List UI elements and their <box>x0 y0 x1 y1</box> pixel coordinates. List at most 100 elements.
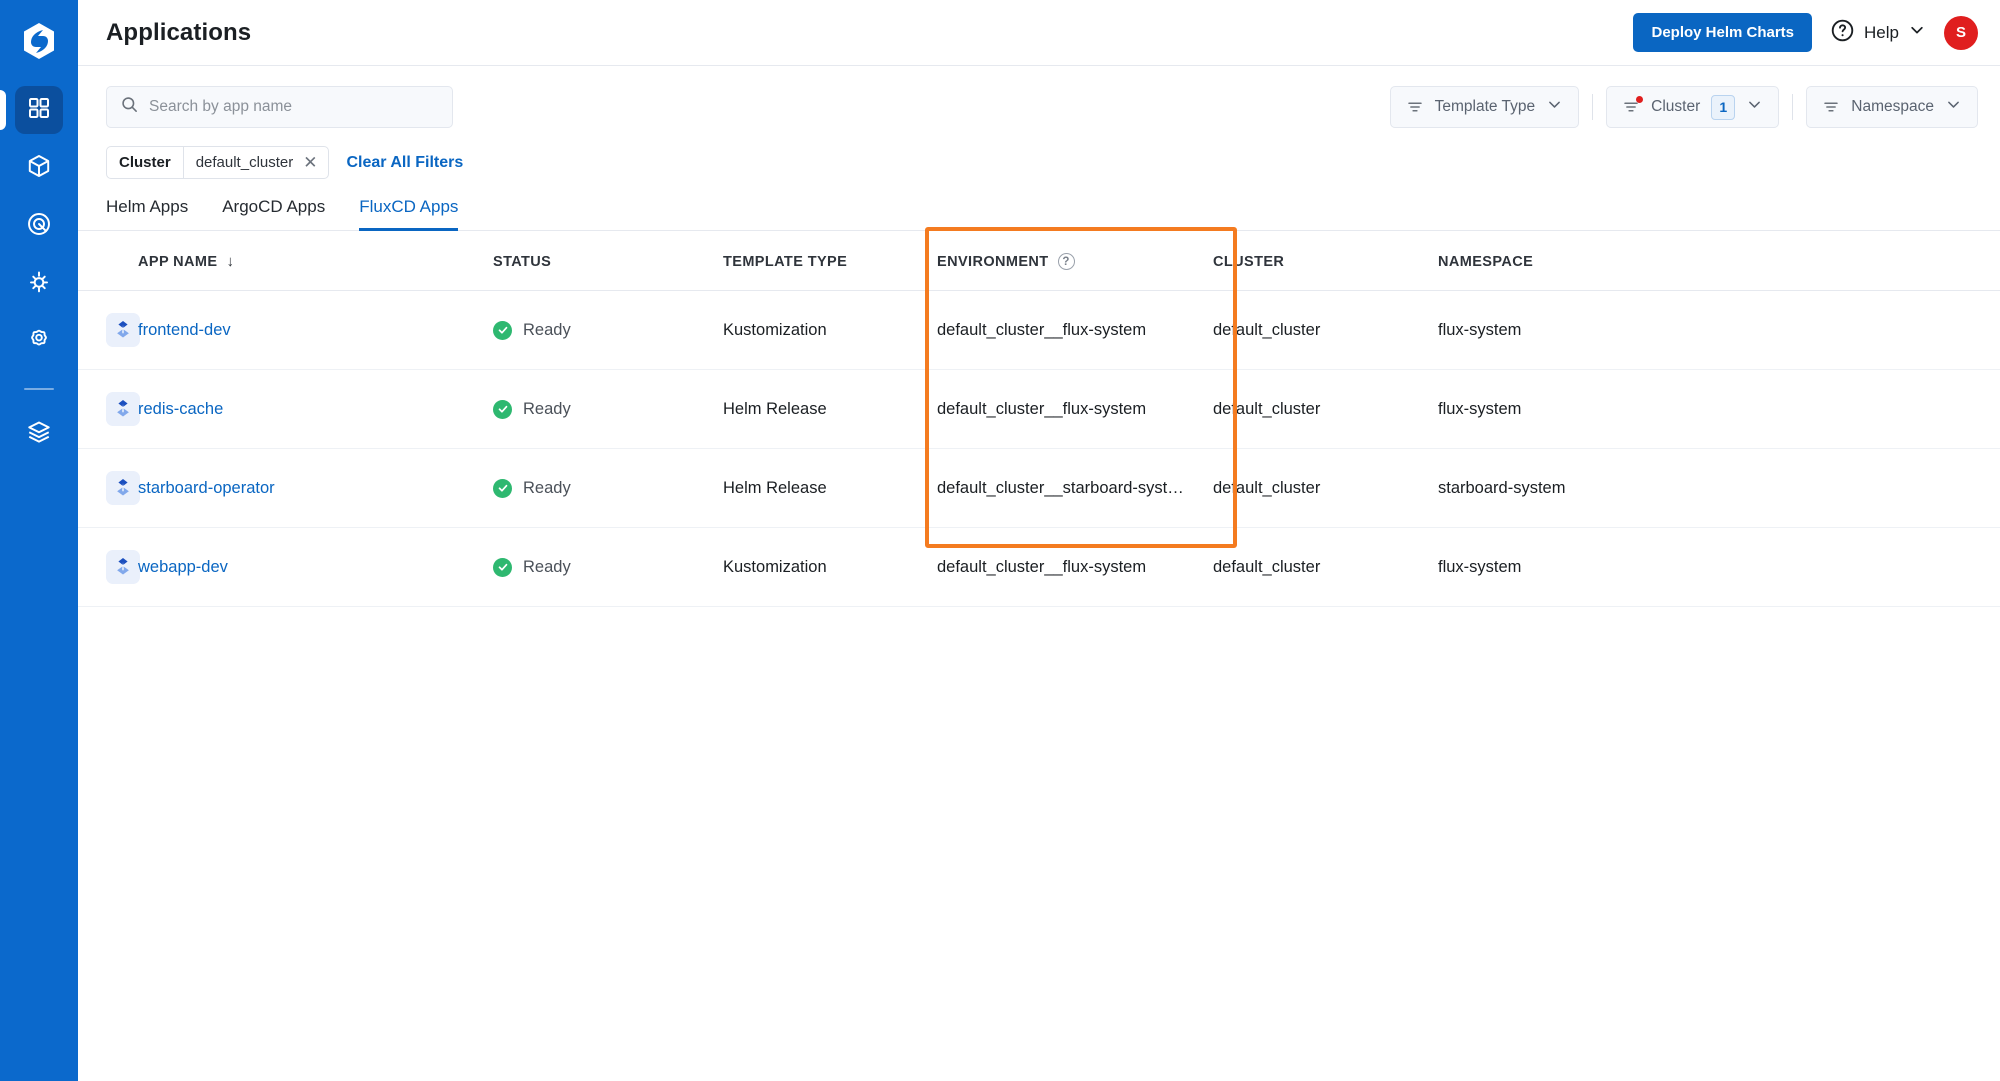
col-header-template-type: TEMPLATE TYPE <box>723 231 913 291</box>
table-row[interactable]: redis-cache Ready Helm Release default_c… <box>78 369 2000 449</box>
help-menu[interactable]: Help <box>1830 18 1926 48</box>
sidebar-item-applications[interactable] <box>0 86 63 134</box>
row-cluster-cell: default_cluster <box>1213 369 1438 449</box>
row-environment-cell: default_cluster__flux-system <box>913 527 1213 607</box>
col-header-status-label: STATUS <box>493 253 552 270</box>
col-header-app-name[interactable]: APP NAME ↓ <box>138 231 493 291</box>
app-name-link[interactable]: frontend-dev <box>138 321 231 339</box>
devtron-logo-icon[interactable] <box>12 14 66 68</box>
filter-icon <box>1406 98 1424 116</box>
chevron-down-icon <box>1945 96 1962 118</box>
sidebar-item-security[interactable] <box>15 202 63 250</box>
clear-all-filters-link[interactable]: Clear All Filters <box>347 154 464 172</box>
search-icon <box>120 95 139 119</box>
row-namespace-cell: flux-system <box>1438 527 2000 607</box>
filter-chip-key: Cluster <box>107 147 184 178</box>
row-status-cell: Ready <box>493 290 723 370</box>
filter-template-type-button[interactable]: Template Type <box>1389 86 1580 128</box>
filter-divider <box>1792 94 1794 120</box>
app-name-link[interactable]: redis-cache <box>138 400 223 418</box>
chevron-down-icon <box>1908 21 1926 44</box>
filter-namespace-label: Namespace <box>1851 98 1934 115</box>
avatar[interactable]: S <box>1944 15 1978 50</box>
filter-namespace-button[interactable]: Namespace <box>1806 86 1978 128</box>
search-box[interactable] <box>106 86 453 128</box>
close-icon[interactable]: ✕ <box>303 154 317 171</box>
sidebar-divider <box>24 388 54 390</box>
table-body: frontend-dev Ready Kustomization default… <box>78 290 2000 607</box>
row-status-cell: Ready <box>493 448 723 528</box>
check-circle-icon <box>493 399 512 419</box>
row-template-type-cell: Helm Release <box>723 369 913 449</box>
table-row[interactable]: webapp-dev Ready Kustomization default_c… <box>78 527 2000 607</box>
chevron-down-icon <box>1746 96 1763 118</box>
row-environment-cell: default_cluster__flux-system <box>913 369 1213 449</box>
row-app-name-cell: webapp-dev <box>138 527 493 607</box>
filter-cluster-label: Cluster <box>1651 98 1701 115</box>
filter-divider <box>1592 94 1594 120</box>
col-header-cluster: CLUSTER <box>1213 231 1438 291</box>
row-template-type-cell: Kustomization <box>723 527 913 607</box>
table-row[interactable]: starboard-operator Ready Helm Release de… <box>78 448 2000 528</box>
col-header-environment-label: ENVIRONMENT <box>937 253 1049 270</box>
target-security-icon <box>26 211 52 242</box>
row-app-name-cell: redis-cache <box>138 369 493 449</box>
chevron-down-icon <box>1546 96 1563 118</box>
row-namespace-cell: flux-system <box>1438 290 2000 370</box>
table-header-row: APP NAME ↓ STATUS TEMPLATE TYPE ENVIRONM… <box>78 231 2000 291</box>
filter-icon <box>1822 98 1840 116</box>
tab-argocd-apps[interactable]: ArgoCD Apps <box>222 197 325 231</box>
sun-bulk-edit-icon <box>26 269 52 300</box>
layers-stack-manager-icon <box>26 419 52 450</box>
row-namespace-cell: starboard-system <box>1438 448 2000 528</box>
row-namespace-cell: flux-system <box>1438 369 2000 449</box>
filter-cluster-button[interactable]: Cluster 1 <box>1606 86 1780 128</box>
fluxcd-app-icon <box>106 471 140 505</box>
fluxcd-app-icon <box>106 313 140 347</box>
sidebar-item-list <box>0 86 78 458</box>
col-header-environment: ENVIRONMENT ? <box>913 231 1213 291</box>
deploy-helm-charts-button[interactable]: Deploy Helm Charts <box>1633 13 1813 52</box>
row-app-name-cell: frontend-dev <box>138 290 493 370</box>
app-name-link[interactable]: starboard-operator <box>138 479 275 497</box>
grid-apps-icon <box>27 96 51 125</box>
filter-cluster-count: 1 <box>1711 94 1736 120</box>
cube-chart-store-icon <box>26 153 52 184</box>
col-header-app-name-label: APP NAME <box>138 253 218 270</box>
applications-table: APP NAME ↓ STATUS TEMPLATE TYPE ENVIRONM… <box>78 231 2000 607</box>
status-badge: Ready <box>523 557 571 576</box>
filter-template-type-label: Template Type <box>1434 98 1536 115</box>
row-app-icon-cell <box>78 290 140 370</box>
row-environment-cell: default_cluster__starboard-syst… <box>913 448 1213 528</box>
search-input[interactable] <box>149 98 439 116</box>
sidebar-item-stack-manager[interactable] <box>15 410 63 458</box>
filter-chip-cluster: Cluster default_cluster ✕ <box>106 146 329 179</box>
application-window: Applications Deploy Helm Charts Help S S… <box>0 0 2000 1081</box>
sidebar-item-chart-store[interactable] <box>15 144 63 192</box>
col-header-template-type-label: TEMPLATE TYPE <box>723 253 848 270</box>
app-name-link[interactable]: webapp-dev <box>138 558 228 576</box>
table-header: APP NAME ↓ STATUS TEMPLATE TYPE ENVIRONM… <box>78 231 2000 291</box>
col-header-cluster-label: CLUSTER <box>1213 253 1285 270</box>
row-app-icon-cell <box>78 527 140 607</box>
col-header-icon <box>78 231 138 291</box>
applications-table-area: APP NAME ↓ STATUS TEMPLATE TYPE ENVIRONM… <box>78 227 2000 1081</box>
row-cluster-cell: default_cluster <box>1213 290 1438 370</box>
question-circle-icon[interactable]: ? <box>1057 253 1075 270</box>
tab-fluxcd-apps[interactable]: FluxCD Apps <box>359 197 459 231</box>
fluxcd-app-icon <box>106 550 140 584</box>
check-circle-icon <box>493 478 512 498</box>
tab-helm-apps[interactable]: Helm Apps <box>106 197 188 231</box>
help-label: Help <box>1864 22 1899 42</box>
table-row[interactable]: frontend-dev Ready Kustomization default… <box>78 290 2000 370</box>
sidebar-item-global-configurations[interactable] <box>15 318 63 366</box>
filter-icon <box>1622 96 1644 116</box>
left-nav-sidebar <box>0 0 78 1081</box>
col-header-namespace: NAMESPACE <box>1438 231 2000 291</box>
row-template-type-cell: Helm Release <box>723 448 913 528</box>
status-badge: Ready <box>523 399 571 418</box>
filter-chip-value-wrap: default_cluster ✕ <box>184 147 328 178</box>
sidebar-item-bulk-edit[interactable] <box>15 260 63 308</box>
filter-toolbar: Template Type Cluster <box>78 66 2000 128</box>
row-cluster-cell: default_cluster <box>1213 527 1438 607</box>
